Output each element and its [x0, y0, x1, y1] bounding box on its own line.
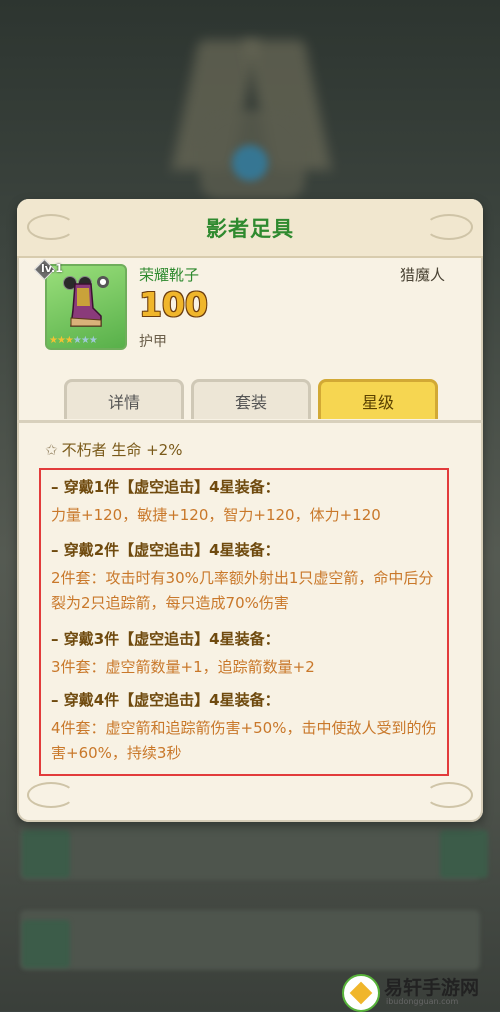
set-bonus-entry: – 穿戴2件【虚空追击】4星装备： 2件套：攻击时有30%几率额外射出1只虚空箭…	[51, 539, 441, 616]
item-class: 猎魔人	[399, 266, 445, 284]
item-stat-label: 护甲	[139, 334, 167, 350]
tab-star-level[interactable]: 星级	[318, 379, 438, 419]
set-bonus-highlight: – 穿戴1件【虚空追击】4星装备： 力量+120，敏捷+120，智力+120，体…	[39, 468, 449, 776]
item-name: 荣耀靴子	[139, 266, 200, 284]
watermark-text: 易轩手游网	[384, 977, 480, 999]
set-bonus-description: 4件套：虚空箭和追踪箭伤害+50%，击中使敌人受到的伤害+60%，持续3秒	[51, 719, 437, 762]
star-outline-icon: ✩	[45, 441, 58, 459]
set-bonus-heading: – 穿戴3件【虚空追击】4星装备：	[51, 630, 280, 648]
dialog-header: 影者足具	[17, 199, 483, 258]
set-bonus-description: 力量+120，敏捷+120，智力+120，体力+120	[51, 506, 381, 524]
star-bonus-text: 不朽者 生命 +2%	[61, 441, 183, 459]
set-bonus-entry: – 穿戴4件【虚空追击】4星装备： 4件套：虚空箭和追踪箭伤害+50%，击中使敌…	[51, 689, 441, 766]
set-bonus-heading: – 穿戴2件【虚空追击】4星装备：	[51, 541, 280, 559]
item-detail-dialog: 影者足具 lv.1 ● ★★★★★★ 荣耀靴子 100 护甲 猎魔人 详情 套装…	[17, 199, 483, 822]
item-level: lv.1	[41, 262, 63, 275]
tab-set[interactable]: 套装	[191, 379, 311, 419]
boot-icon	[70, 283, 102, 327]
watermark-logo-icon	[342, 974, 380, 1012]
set-bonus-heading: – 穿戴1件【虚空追击】4星装备：	[51, 478, 280, 496]
set-bonus-entry: – 穿戴3件【虚空追击】4星装备： 3件套：虚空箭数量+1，追踪箭数量+2	[51, 628, 441, 680]
tab-bar: 详情 套装 星级	[17, 379, 483, 421]
set-bonus-heading: – 穿戴4件【虚空追击】4星装备：	[51, 691, 280, 709]
set-bonus-description: 3件套：虚空箭数量+1，追踪箭数量+2	[51, 658, 315, 676]
set-bonus-entry: – 穿戴1件【虚空追击】4星装备： 力量+120，敏捷+120，智力+120，体…	[51, 476, 441, 528]
tab-divider	[17, 420, 483, 423]
item-star-rating: ★★★★★★	[49, 335, 98, 346]
watermark: 易轩手游网 ibudongguan.com	[342, 971, 500, 1012]
item-icon[interactable]: lv.1 ● ★★★★★★	[33, 258, 127, 350]
item-armor-value: 100	[139, 285, 208, 324]
watermark-url: ibudongguan.com	[386, 997, 459, 1006]
corner-ornament-icon	[27, 782, 75, 808]
tab-details[interactable]: 详情	[64, 379, 184, 419]
dialog-title: 影者足具	[206, 217, 294, 241]
corner-ornament-icon	[425, 782, 473, 808]
set-bonus-description: 2件套：攻击时有30%几率额外射出1只虚空箭，命中后分裂为2只追踪箭，每只造成7…	[51, 569, 434, 612]
star-bonus: ✩ 不朽者 生命 +2%	[45, 439, 182, 460]
